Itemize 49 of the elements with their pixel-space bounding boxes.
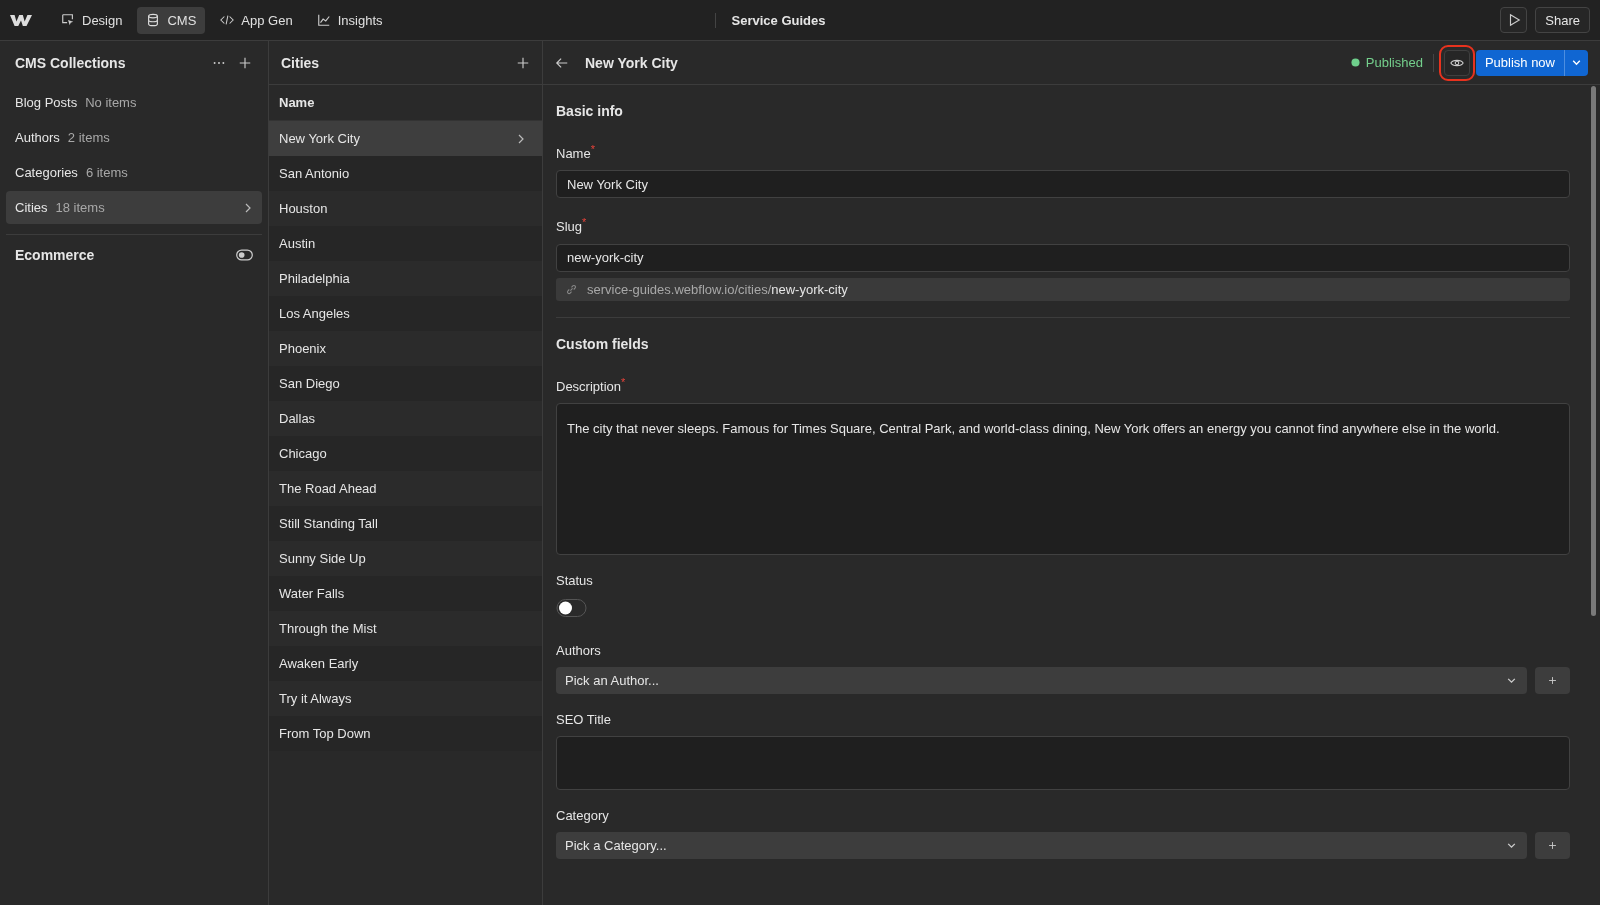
collection-item[interactable]: Blog Posts No items	[6, 86, 262, 119]
section-title: Custom fields	[556, 335, 650, 352]
collection-item[interactable]: Cities 18 items	[6, 191, 262, 224]
mode-tab[interactable]: CMS	[137, 6, 206, 34]
preview-play-button[interactable]	[1500, 7, 1528, 33]
status-dot	[1350, 58, 1360, 67]
share-button[interactable]: Share	[1535, 7, 1590, 33]
publish-options-button[interactable]	[1564, 49, 1588, 76]
collection-item[interactable]: Categories 6 items	[6, 156, 262, 189]
plus-icon	[1547, 675, 1558, 686]
field-label: Authors	[556, 643, 602, 658]
panel-title: Cities	[281, 54, 320, 71]
collection-item[interactable]: Authors 2 items	[6, 121, 262, 154]
site-name: Service Guides	[714, 12, 826, 28]
field-label: Category	[556, 808, 610, 823]
section-title: Basic info	[556, 103, 624, 119]
select-dropdown[interactable]: Pick an Author...	[556, 667, 1527, 694]
add-icon[interactable]	[516, 55, 530, 70]
database-icon	[146, 13, 161, 27]
field-label: Status	[556, 573, 594, 588]
publish-button[interactable]: Publish now	[1475, 49, 1564, 76]
section-title: Ecommerce	[15, 247, 95, 263]
link-icon	[566, 283, 577, 295]
chevron-right-icon	[243, 202, 253, 213]
select-dropdown[interactable]: Pick a Category...	[556, 832, 1527, 859]
list-row[interactable]: New York City	[269, 121, 542, 156]
back-arrow-icon[interactable]	[555, 55, 569, 70]
plus-icon	[1547, 840, 1558, 851]
code-icon	[220, 13, 235, 27]
add-icon[interactable]	[238, 55, 252, 70]
text-area[interactable]: The city that never sleeps. Famous for Times Square, Central Park, and world-class dining, New York offers an energy you cannot find anywhere else in the world.	[556, 403, 1570, 555]
chart-icon	[316, 13, 331, 27]
slug-input[interactable]: new-york-city	[556, 243, 1570, 272]
field-label: SEO Title	[556, 712, 612, 727]
mode-tab[interactable]: Insights	[307, 6, 392, 34]
panel-title: CMS Collections	[15, 54, 126, 71]
mode-tab[interactable]: Design	[52, 6, 132, 34]
field-label: Name$^{*}$	[556, 143, 596, 162]
cursor-icon	[61, 13, 75, 27]
item-title: New York City	[585, 54, 679, 71]
status-label: Published	[1365, 55, 1423, 70]
field-label: Description$^{*}$	[556, 375, 627, 394]
field-label: Slug$^{*}$	[556, 216, 588, 235]
mode-tab[interactable]: App Gen	[211, 6, 302, 34]
name-input[interactable]: New York City	[556, 170, 1570, 199]
toggle-switch[interactable]	[556, 599, 587, 617]
chevron-right-icon	[516, 133, 526, 144]
logo-icon[interactable]	[10, 13, 32, 27]
url-text: service-guides.webflow.io/cities/new-york-city	[587, 281, 848, 297]
